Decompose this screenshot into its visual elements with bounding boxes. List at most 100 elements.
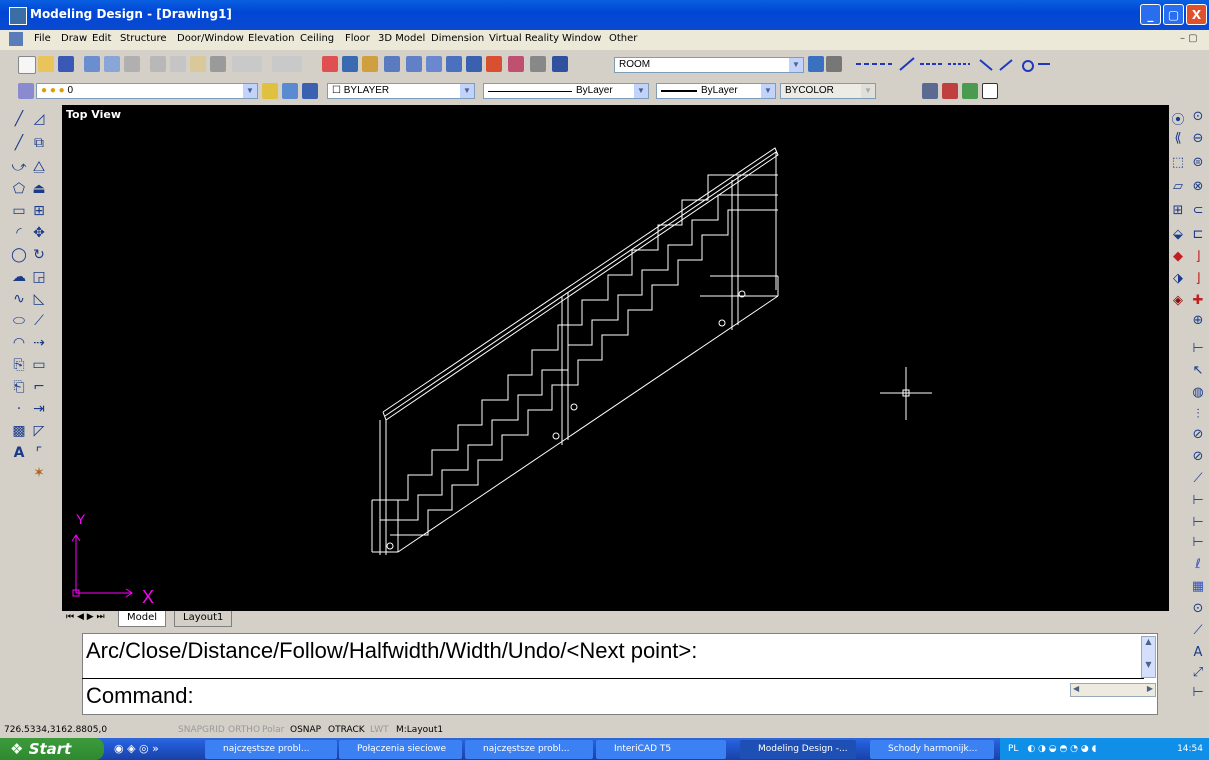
- material-icon[interactable]: [962, 83, 978, 99]
- quick-dim-icon[interactable]: ↖: [1189, 363, 1207, 378]
- snap-node-icon[interactable]: ⊗: [1189, 179, 1207, 194]
- spline-icon[interactable]: ∿: [10, 291, 28, 307]
- layer-states-icon[interactable]: [302, 83, 318, 99]
- tab-layout1[interactable]: Layout1: [174, 611, 233, 627]
- dim-text-edit-icon[interactable]: ⊢: [1189, 515, 1207, 530]
- design-center-icon[interactable]: [530, 56, 546, 72]
- circle-icon[interactable]: ◯: [10, 247, 28, 263]
- copy-icon[interactable]: [170, 56, 186, 72]
- pan-icon[interactable]: [322, 56, 338, 72]
- solid-icon[interactable]: ⬙: [1169, 227, 1187, 242]
- line-icon[interactable]: ╱: [10, 111, 28, 127]
- layer-select[interactable]: ● ● ● 0 ▼: [36, 83, 258, 99]
- snap-center-icon[interactable]: ⊜: [1189, 155, 1207, 170]
- snap-toggle[interactable]: SNAP: [178, 725, 202, 735]
- otrack-toggle[interactable]: OTRACK: [328, 725, 365, 735]
- break-icon[interactable]: ▭: [30, 357, 48, 373]
- cut-icon[interactable]: [150, 56, 166, 72]
- dim-style-icon[interactable]: ℓ: [1189, 557, 1207, 572]
- new-icon[interactable]: [18, 56, 36, 74]
- osnap-toggle[interactable]: OSNAP: [290, 725, 321, 735]
- polygon-icon[interactable]: ⬠: [10, 181, 28, 197]
- text-align-icon[interactable]: ⤢: [1189, 665, 1207, 680]
- match-properties-icon[interactable]: [210, 56, 226, 72]
- drawing-canvas[interactable]: Y X: [62, 105, 1169, 611]
- room-tool-icon[interactable]: [808, 56, 824, 72]
- menu-door-window[interactable]: Door/Window: [177, 33, 244, 44]
- plane-icon[interactable]: ▱: [1169, 179, 1187, 194]
- make-block-icon[interactable]: ⎗: [10, 379, 28, 395]
- target-icon[interactable]: ⊙: [1189, 601, 1207, 616]
- layer-manager-icon[interactable]: [18, 83, 34, 99]
- document-icon[interactable]: [9, 32, 23, 46]
- print-icon[interactable]: [84, 56, 100, 72]
- minimize-button[interactable]: _: [1140, 4, 1161, 25]
- print-preview-icon[interactable]: [104, 56, 120, 72]
- color-select[interactable]: ☐ BYLAYER ▼: [327, 83, 475, 99]
- explode-icon[interactable]: ✶: [30, 465, 48, 481]
- layer-previous-icon[interactable]: [282, 83, 298, 99]
- chevron-down-icon[interactable]: ▼: [861, 84, 875, 98]
- dim-linear-icon[interactable]: ⊏: [1189, 227, 1207, 242]
- red-solid-icon[interactable]: ◆: [1169, 249, 1187, 264]
- realtime-pan-icon[interactable]: [406, 56, 422, 72]
- undo-icon[interactable]: [232, 56, 262, 72]
- language-indicator[interactable]: PL: [1008, 744, 1018, 754]
- taskbar-item-modeling-design[interactable]: Modeling Design -...: [740, 740, 856, 759]
- layout-icon[interactable]: [384, 56, 400, 72]
- mdi-restore-icon[interactable]: – ▢: [1180, 33, 1198, 44]
- tab-model[interactable]: Model: [118, 611, 167, 627]
- rotate-icon[interactable]: ↻: [30, 247, 48, 263]
- chevron-down-icon[interactable]: ▼: [1142, 660, 1155, 669]
- rectangle-icon[interactable]: ▭: [10, 203, 28, 219]
- maximize-button[interactable]: ▢: [1163, 4, 1184, 25]
- center-mark-icon[interactable]: ⟋: [1189, 471, 1207, 486]
- box-icon[interactable]: ⬚: [1169, 155, 1187, 170]
- wall-tool-icon[interactable]: ⟪: [1169, 131, 1187, 146]
- chevron-down-icon[interactable]: ▼: [634, 84, 648, 98]
- dim-diameter-icon[interactable]: ⊕: [1189, 313, 1207, 328]
- leader-icon[interactable]: ⊘: [1189, 427, 1207, 442]
- linetype-tools-icons[interactable]: [852, 56, 1052, 72]
- chevron-down-icon[interactable]: ▼: [460, 84, 474, 98]
- arc-icon[interactable]: ◜: [10, 225, 28, 241]
- menu-floor[interactable]: Floor: [345, 33, 370, 44]
- snap-endpoint-icon[interactable]: ⊙: [1189, 109, 1207, 124]
- revcloud-icon[interactable]: ☁: [10, 269, 28, 285]
- linetype-select[interactable]: ByLayer ▼: [483, 83, 649, 99]
- grid-icon[interactable]: ⊞: [1169, 203, 1187, 218]
- paste-icon[interactable]: [190, 56, 206, 72]
- named-views-icon[interactable]: [362, 56, 378, 72]
- properties-icon[interactable]: [508, 56, 524, 72]
- ellipse-icon[interactable]: ⬭: [10, 313, 28, 329]
- room-select[interactable]: ROOM ▼: [614, 57, 804, 73]
- tray-icons[interactable]: ◐ ◑ ◒ ◓ ◔ ◕ ◖: [1027, 744, 1096, 754]
- render-icon[interactable]: [922, 83, 938, 99]
- dim-edit-icon[interactable]: ⊢: [1189, 493, 1207, 508]
- orbit-icon[interactable]: ⦿: [1169, 109, 1187, 128]
- point-icon[interactable]: ·: [10, 401, 28, 417]
- scale-icon[interactable]: ◲: [30, 269, 48, 285]
- dim-angular-icon[interactable]: ⊢: [1189, 341, 1207, 356]
- save-icon[interactable]: [58, 56, 74, 72]
- chevron-up-icon[interactable]: ▲: [1142, 637, 1155, 646]
- dim-radius-icon[interactable]: ✚: [1189, 293, 1207, 308]
- grid-view-icon[interactable]: ▦: [1189, 579, 1207, 594]
- ellipse-arc-icon[interactable]: ◠: [10, 335, 28, 351]
- redo-icon[interactable]: [272, 56, 302, 72]
- copy-object-icon[interactable]: ⧉: [30, 135, 48, 151]
- zoom-window-icon[interactable]: [446, 56, 462, 72]
- zoom-icon[interactable]: [342, 56, 358, 72]
- menu-structure[interactable]: Structure: [120, 33, 167, 44]
- chevron-down-icon[interactable]: ▼: [243, 84, 257, 98]
- taskbar-item-folder-2[interactable]: najczęstsze probl...: [465, 740, 593, 759]
- construction-line-icon[interactable]: ╱: [10, 135, 28, 151]
- model-layout-toggle[interactable]: M:Layout1: [396, 725, 443, 735]
- menu-file[interactable]: File: [34, 33, 51, 44]
- chevron-right-icon[interactable]: ▶: [1147, 684, 1153, 693]
- polyline-icon[interactable]: ⤻: [10, 159, 28, 175]
- menu-other[interactable]: Other: [609, 33, 637, 44]
- offset-icon[interactable]: ⏏: [30, 181, 48, 197]
- view-icon[interactable]: [982, 83, 998, 99]
- erase-icon[interactable]: ◿: [30, 111, 48, 127]
